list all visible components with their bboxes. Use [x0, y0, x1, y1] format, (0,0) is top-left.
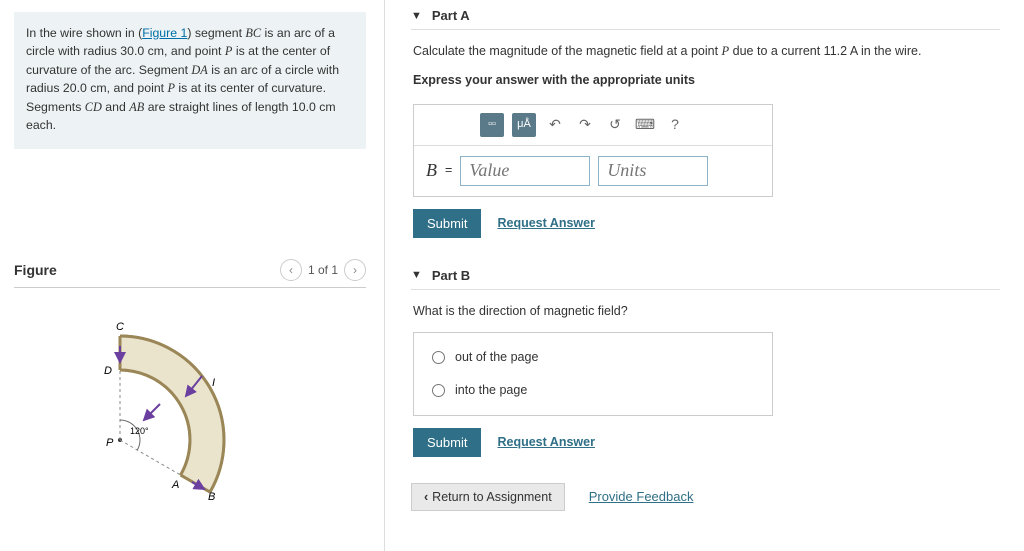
svg-text:A: A	[171, 479, 179, 491]
pager-prev-button[interactable]: ‹	[280, 259, 302, 281]
template-icon[interactable]: ▫▫	[480, 113, 504, 137]
partA-collapse-icon[interactable]: ▼	[411, 10, 422, 22]
equals-label: =	[445, 161, 452, 180]
partB-question: What is the direction of magnetic field?	[413, 302, 1000, 321]
units-input[interactable]	[598, 156, 708, 186]
radio-group: out of the page into the page	[413, 332, 773, 416]
reset-icon[interactable]: ↺	[604, 114, 626, 136]
problem-statement: In the wire shown in (Figure 1) segment …	[14, 12, 366, 149]
partA-request-answer-link[interactable]: Request Answer	[497, 214, 594, 233]
figure-link[interactable]: Figure 1	[142, 26, 187, 40]
undo-icon[interactable]: ↶	[544, 114, 566, 136]
help-icon[interactable]: ?	[664, 114, 686, 136]
svg-text:B: B	[208, 491, 215, 500]
partA-question: Calculate the magnitude of the magnetic …	[413, 42, 1000, 61]
value-input[interactable]	[460, 156, 590, 186]
keyboard-icon[interactable]: ⌨	[634, 114, 656, 136]
redo-icon[interactable]: ↷	[574, 114, 596, 136]
units-button[interactable]: μÅ	[512, 113, 536, 137]
svg-text:C: C	[116, 321, 124, 333]
partB-title: Part B	[432, 268, 470, 283]
partB-collapse-icon[interactable]: ▼	[411, 269, 422, 281]
svg-text:I: I	[212, 377, 215, 389]
figure-pager: ‹ 1 of 1 ›	[280, 259, 366, 281]
radio-option-into[interactable]: into the page	[414, 374, 772, 407]
figure-title: Figure	[14, 262, 57, 278]
return-button[interactable]: ‹Return to Assignment	[411, 483, 565, 511]
svg-text:120°: 120°	[130, 426, 149, 436]
provide-feedback-link[interactable]: Provide Feedback	[589, 489, 694, 504]
svg-text:D: D	[104, 365, 112, 377]
partA-submit-button[interactable]: Submit	[413, 209, 481, 238]
svg-text:P: P	[106, 437, 114, 449]
radio-option-out[interactable]: out of the page	[414, 341, 772, 374]
radio-into-input[interactable]	[432, 384, 445, 397]
figure-diagram: P	[14, 300, 366, 503]
answer-block: ▫▫ μÅ ↶ ↷ ↺ ⌨ ? B =	[413, 104, 773, 197]
partB-request-answer-link[interactable]: Request Answer	[497, 433, 594, 452]
variable-label: B	[426, 157, 437, 184]
radio-out-input[interactable]	[432, 351, 445, 364]
pager-next-button[interactable]: ›	[344, 259, 366, 281]
partB-submit-button[interactable]: Submit	[413, 428, 481, 457]
partA-title: Part A	[432, 8, 470, 23]
partA-instruction: Express your answer with the appropriate…	[413, 71, 1000, 90]
